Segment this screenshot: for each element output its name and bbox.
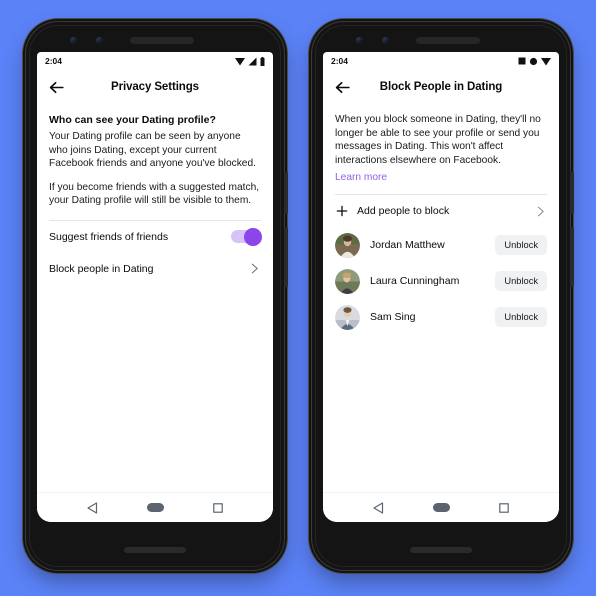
avatar [335,268,360,294]
home-pill-icon[interactable] [146,503,164,512]
status-bar: 2:04 [37,52,273,70]
avatar [335,304,360,330]
row-label-suggest-friends: Suggest friends of friends [49,230,169,243]
phone-device-left: 2:04 Privacy Settings Who can see your D… [26,22,288,570]
back-triangle-icon[interactable] [373,501,384,514]
row-suggest-friends-of-friends[interactable]: Suggest friends of friends [49,221,262,253]
avatar [335,232,360,258]
person-name: Laura Cunningham [370,275,460,288]
front-sensor-icon [382,37,389,44]
person-name: Jordan Matthew [370,239,445,252]
battery-icon [260,56,265,66]
content-privacy-settings: Who can see your Dating profile? Your Da… [37,104,273,492]
canvas: 2:04 Privacy Settings Who can see your D… [0,0,596,596]
home-pill-icon[interactable] [432,503,450,512]
recents-square-icon[interactable] [498,502,509,513]
unblock-button[interactable]: Unblock [495,307,547,328]
phone-device-right: 2:04 Block People in Dating When you blo… [312,22,574,570]
front-camera-icon [70,37,77,44]
screen-privacy-settings: 2:04 Privacy Settings Who can see your D… [37,52,273,522]
recents-square-icon[interactable] [212,502,223,513]
chevron-right-icon [251,264,258,274]
page-title: Privacy Settings [111,81,199,93]
status-bar-icons [235,56,265,66]
unblock-button[interactable]: Unblock [495,271,547,292]
list-item[interactable]: Sam Sing Unblock [335,299,547,335]
toggle-thumb [244,227,262,246]
wifi-icon [235,57,245,65]
row-label-add-people: Add people to block [357,205,450,218]
section-heading: Who can see your Dating profile? [49,114,216,126]
learn-more-link[interactable]: Learn more [335,171,387,185]
block-paragraph-1: When you block someone in Dating, they'l… [335,114,541,166]
triangle-icon [541,57,551,65]
earpiece-speaker [130,37,194,44]
status-bar-icons [518,57,551,66]
privacy-paragraph-2: If you become friends with a suggested m… [49,181,260,207]
list-item[interactable]: Jordan Matthew Unblock [335,227,547,263]
earpiece-speaker [416,37,480,44]
bottom-speaker-grille [124,547,186,553]
power-button[interactable] [284,172,288,214]
page-title: Block People in Dating [379,81,503,93]
row-label-block-people: Block people in Dating [49,262,154,275]
front-sensor-icon [96,37,103,44]
front-camera-icon [356,37,363,44]
circle-icon [529,57,538,65]
back-arrow-icon[interactable] [47,78,66,97]
row-add-people-to-block[interactable]: Add people to block [335,195,547,227]
list-item[interactable]: Laura Cunningham Unblock [335,263,547,299]
signal-icon [248,57,257,65]
volume-button[interactable] [284,227,288,287]
back-triangle-icon[interactable] [87,501,98,514]
back-arrow-icon[interactable] [333,78,352,97]
power-button[interactable] [570,172,574,214]
status-bar-time: 2:04 [45,56,63,66]
volume-button[interactable] [570,227,574,287]
privacy-paragraph-1: Your Dating profile can be seen by anyon… [49,131,256,170]
android-nav-bar-left [37,492,273,522]
app-bar: Block People in Dating [323,70,559,104]
row-block-people-in-dating[interactable]: Block people in Dating [49,253,261,285]
person-name: Sam Sing [370,311,416,324]
status-bar: 2:04 [323,52,559,70]
plus-icon [336,205,348,217]
bottom-speaker-grille [410,547,472,553]
square-icon [518,57,526,65]
app-bar: Privacy Settings [37,70,273,104]
android-nav-bar-right [323,492,559,522]
unblock-button[interactable]: Unblock [495,235,547,256]
screen-block-people-in-dating: 2:04 Block People in Dating When you blo… [323,52,559,522]
status-bar-time: 2:04 [331,56,349,66]
chevron-right-icon [537,206,544,217]
suggest-friends-toggle[interactable] [231,227,262,246]
content-block-people: When you block someone in Dating, they'l… [323,104,559,492]
